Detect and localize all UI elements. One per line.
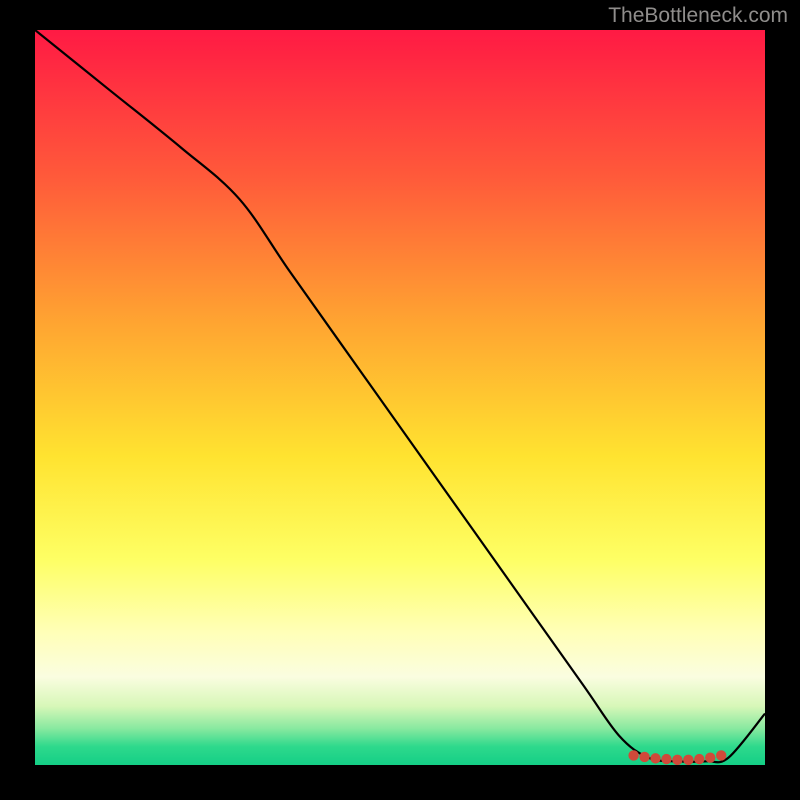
watermark-text: TheBottleneck.com — [608, 4, 788, 28]
marker-dot — [639, 752, 649, 762]
marker-dot — [683, 755, 693, 765]
marker-dot — [716, 750, 726, 760]
gradient-background — [35, 30, 765, 765]
marker-dot — [650, 753, 660, 763]
marker-dot — [628, 750, 638, 760]
marker-dot — [694, 754, 704, 764]
plot-area — [35, 30, 765, 765]
marker-dot — [705, 752, 715, 762]
chart-svg — [35, 30, 765, 765]
chart-container: TheBottleneck.com — [0, 0, 800, 800]
marker-dot — [672, 755, 682, 765]
marker-dot — [661, 754, 671, 764]
